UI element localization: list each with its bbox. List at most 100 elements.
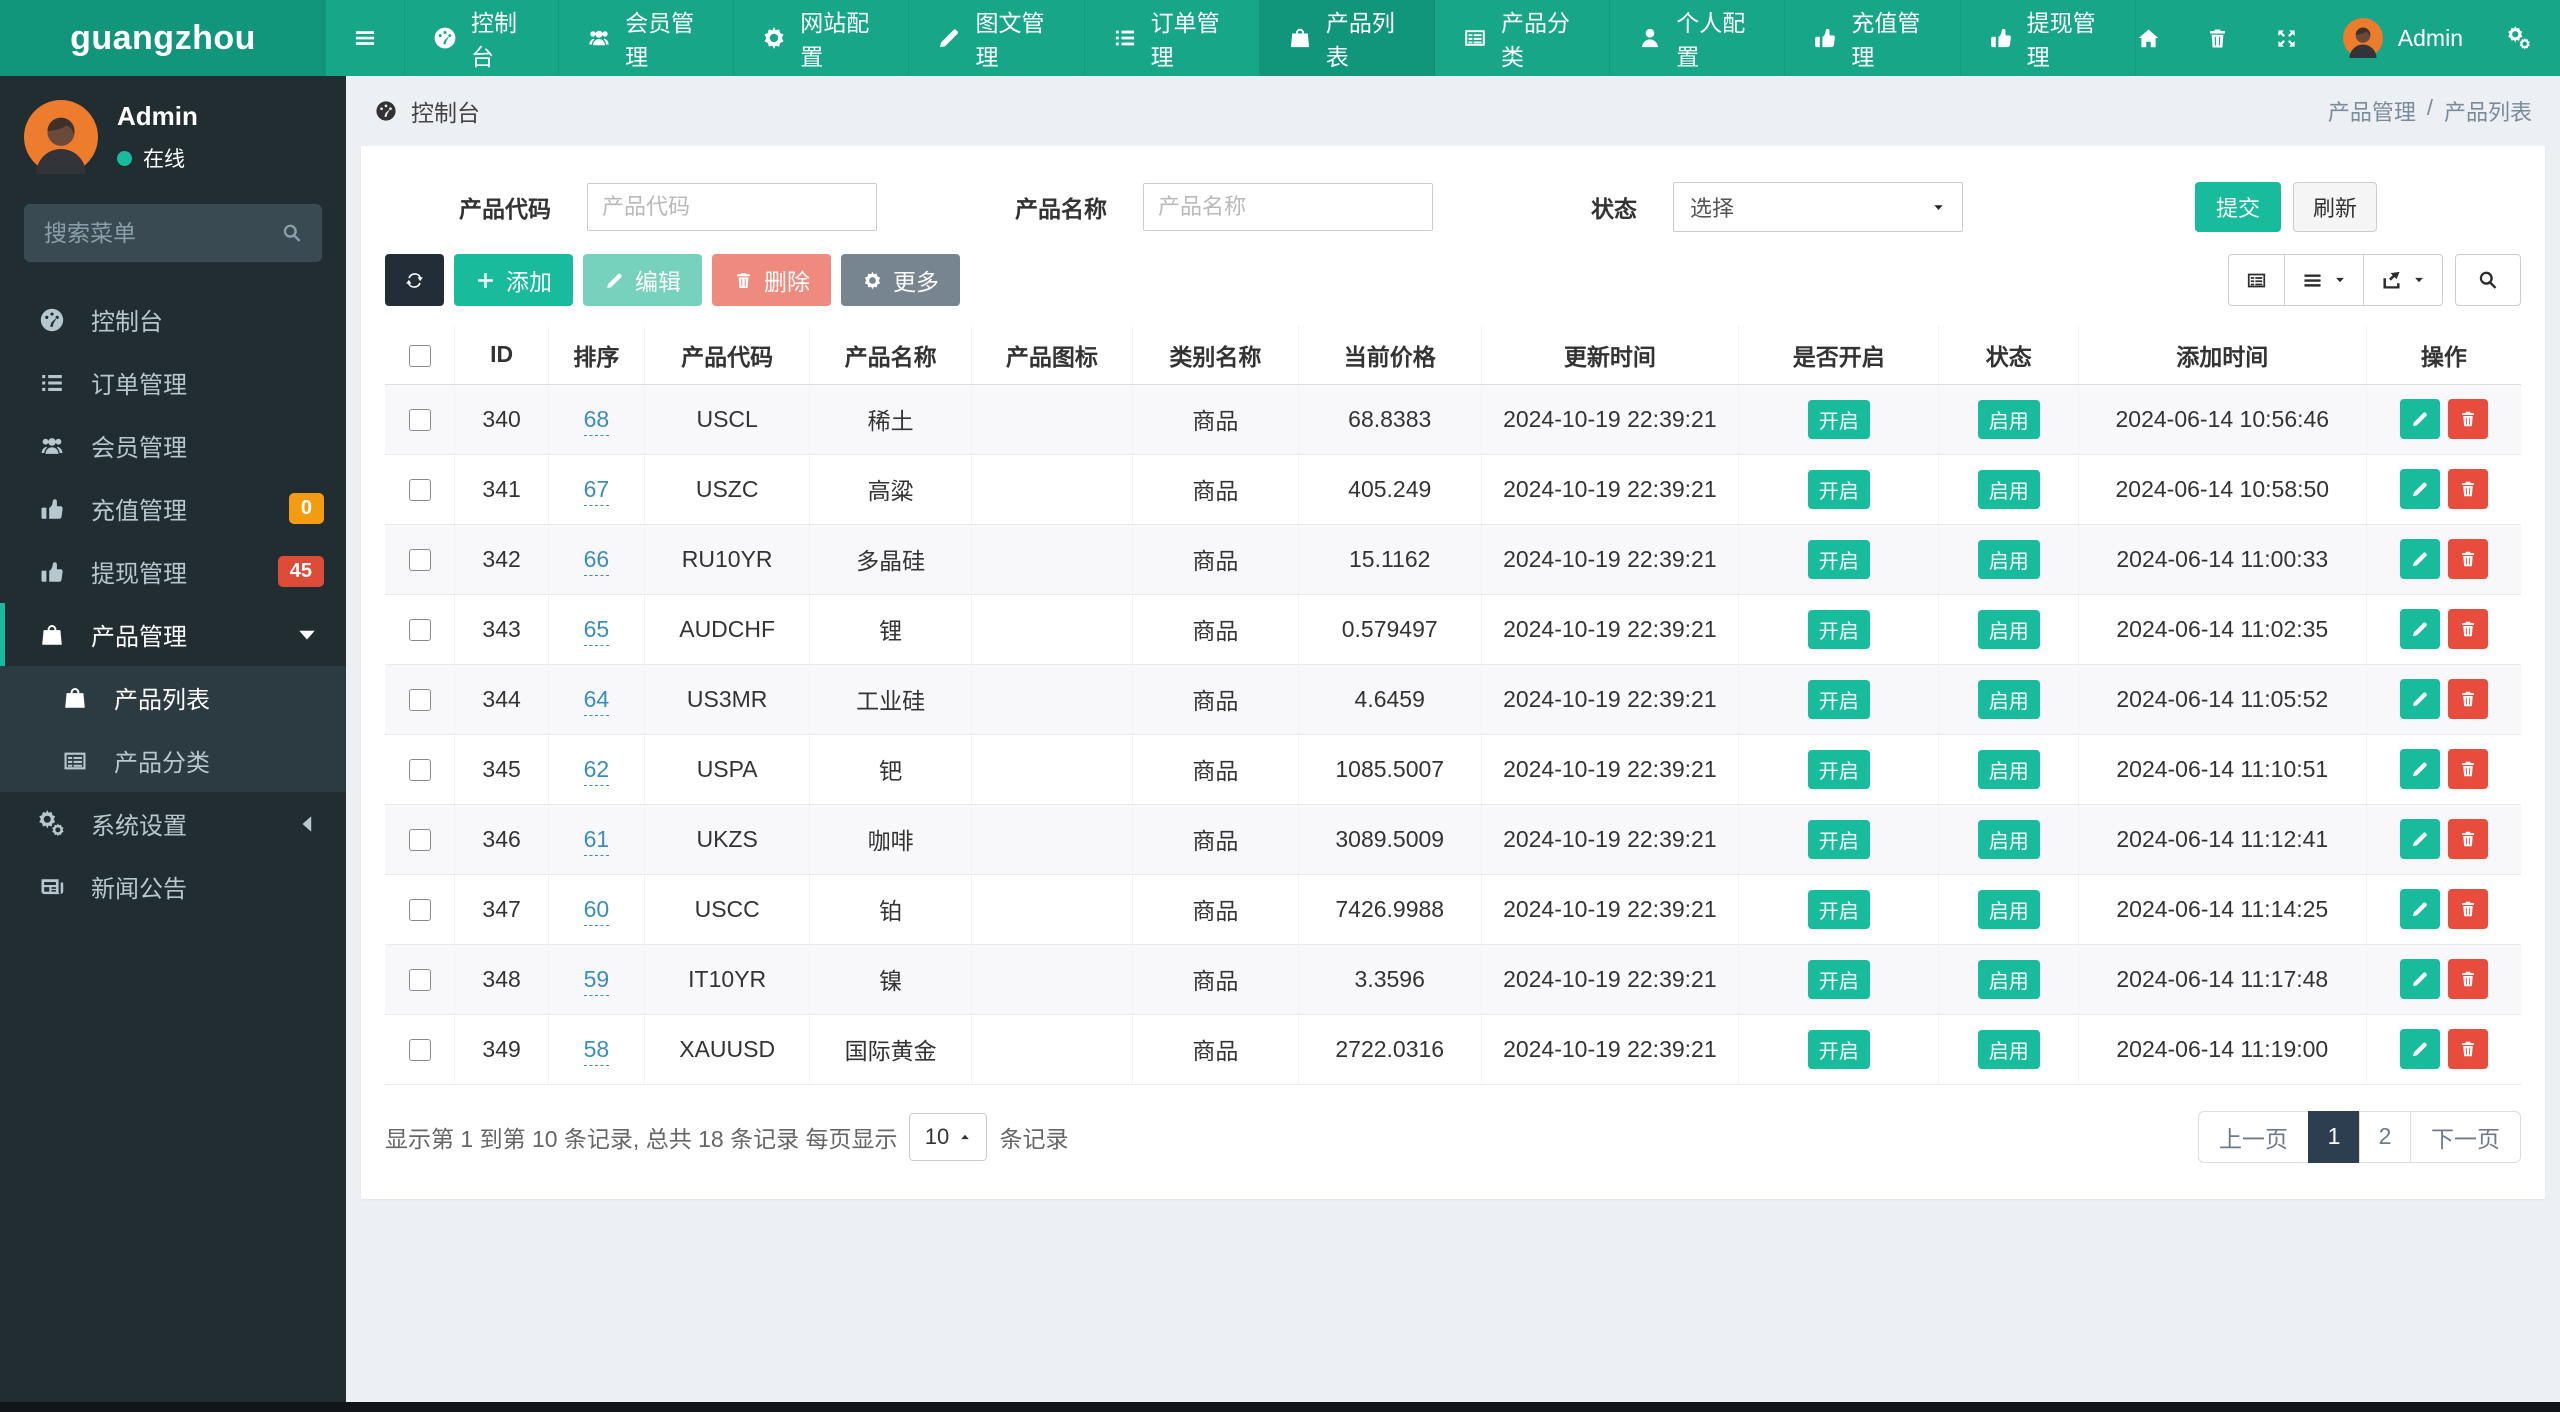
- row-edit-button[interactable]: [2399, 679, 2440, 719]
- sidebar-search-input[interactable]: [24, 204, 322, 262]
- sidebar-item[interactable]: 控制台: [0, 288, 346, 351]
- sort-link[interactable]: 62: [583, 755, 610, 786]
- top-nav-item-label: 充值管理: [1851, 10, 1921, 70]
- trash-icon: [2458, 479, 2478, 499]
- top-nav-item[interactable]: 个人配置: [1610, 0, 1786, 76]
- sort-link[interactable]: 66: [583, 545, 610, 576]
- row-delete-button[interactable]: [2447, 539, 2488, 579]
- table-search-button[interactable]: [2455, 254, 2521, 306]
- page-number-button[interactable]: 1: [2308, 1110, 2360, 1163]
- row-edit-button[interactable]: [2399, 469, 2440, 509]
- sort-link[interactable]: 68: [583, 405, 610, 436]
- row-checkbox[interactable]: [408, 409, 431, 432]
- sidebar-item[interactable]: 订单管理: [0, 351, 346, 414]
- cell-icon: [970, 944, 1133, 1015]
- status-select[interactable]: 选择: [1673, 182, 1963, 232]
- sidebar-item[interactable]: 充值管理 0: [0, 477, 346, 540]
- top-nav-item[interactable]: 订单管理: [1085, 0, 1260, 76]
- top-nav-item[interactable]: 充值管理: [1785, 0, 1961, 76]
- row-checkbox[interactable]: [408, 1039, 431, 1062]
- product-name-input[interactable]: [1143, 183, 1433, 231]
- filter-buttons: 提交 刷新: [2195, 182, 2378, 232]
- top-nav-item[interactable]: 提现管理: [1961, 0, 2136, 76]
- fullscreen-icon[interactable]: [2274, 26, 2299, 51]
- reload-button[interactable]: [385, 254, 444, 306]
- top-nav-item[interactable]: 图文管理: [909, 0, 1085, 76]
- more-button[interactable]: 更多: [841, 254, 960, 306]
- row-checkbox[interactable]: [408, 549, 431, 572]
- sort-link[interactable]: 67: [583, 475, 610, 506]
- row-delete-button[interactable]: [2447, 399, 2488, 439]
- sort-link[interactable]: 65: [583, 615, 610, 646]
- row-edit-button[interactable]: [2399, 819, 2440, 859]
- row-checkbox[interactable]: [408, 969, 431, 992]
- sort-link[interactable]: 58: [583, 1035, 610, 1066]
- row-checkbox[interactable]: [408, 759, 431, 782]
- export-button[interactable]: [2363, 254, 2443, 306]
- row-edit-button[interactable]: [2399, 609, 2440, 649]
- page-size-select[interactable]: 10: [909, 1112, 988, 1161]
- top-nav-item[interactable]: 会员管理: [559, 0, 735, 76]
- row-delete-button[interactable]: [2447, 889, 2488, 929]
- sidebar-item[interactable]: 新闻公告: [0, 855, 346, 918]
- submit-button[interactable]: 提交: [2195, 182, 2282, 232]
- row-edit-button[interactable]: [2399, 889, 2440, 929]
- columns-button[interactable]: [2284, 254, 2364, 306]
- row-edit-button[interactable]: [2399, 749, 2440, 789]
- row-delete-button[interactable]: [2447, 609, 2488, 649]
- grid-icon: [2301, 269, 2324, 292]
- sidebar-item[interactable]: 提现管理 45: [0, 540, 346, 603]
- detail-view-button[interactable]: [2228, 254, 2285, 306]
- row-checkbox[interactable]: [408, 899, 431, 922]
- page-number-button[interactable]: 2: [2359, 1110, 2411, 1163]
- sidebar-toggle-button[interactable]: [326, 0, 405, 76]
- row-checkbox[interactable]: [408, 479, 431, 502]
- trash-icon: [2458, 549, 2478, 569]
- user-menu[interactable]: Admin: [2343, 18, 2463, 58]
- row-delete-button[interactable]: [2447, 959, 2488, 999]
- row-checkbox[interactable]: [408, 619, 431, 642]
- sort-link[interactable]: 60: [583, 895, 610, 926]
- sidebar-item-label: 产品列表: [114, 687, 210, 714]
- row-edit-button[interactable]: [2399, 399, 2440, 439]
- sort-link[interactable]: 64: [583, 685, 610, 716]
- next-page-button[interactable]: 下一页: [2410, 1110, 2521, 1163]
- refresh-button[interactable]: 刷新: [2293, 182, 2378, 232]
- brand-logo[interactable]: guangzhou: [0, 0, 326, 76]
- prev-page-button[interactable]: 上一页: [2198, 1110, 2309, 1163]
- breadcrumb-parent[interactable]: 产品管理: [2328, 95, 2416, 127]
- sidebar-item[interactable]: 系统设置: [0, 792, 346, 855]
- edit-button[interactable]: 编辑: [583, 254, 702, 306]
- top-nav-item[interactable]: 网站配置: [734, 0, 910, 76]
- row-checkbox[interactable]: [408, 829, 431, 852]
- row-delete-button[interactable]: [2447, 749, 2488, 789]
- product-code-input[interactable]: [587, 183, 877, 231]
- sort-link[interactable]: 61: [583, 825, 610, 856]
- select-all-checkbox[interactable]: [408, 345, 431, 368]
- row-delete-button[interactable]: [2447, 1029, 2488, 1069]
- row-delete-button[interactable]: [2447, 819, 2488, 859]
- row-delete-button[interactable]: [2447, 679, 2488, 719]
- row-checkbox[interactable]: [408, 689, 431, 712]
- open-badge: 开启: [1807, 959, 1870, 999]
- cell-icon: [970, 594, 1133, 665]
- top-nav-item[interactable]: 产品分类: [1435, 0, 1611, 76]
- row-delete-button[interactable]: [2447, 469, 2488, 509]
- row-edit-button[interactable]: [2399, 959, 2440, 999]
- sidebar-item[interactable]: 产品分类: [0, 729, 346, 792]
- row-edit-button[interactable]: [2399, 539, 2440, 579]
- add-button[interactable]: 添加: [454, 254, 573, 306]
- sidebar-item[interactable]: 产品管理: [0, 603, 346, 666]
- sidebar-item[interactable]: 产品列表: [0, 666, 346, 729]
- trash-icon[interactable]: [2205, 26, 2230, 51]
- delete-button[interactable]: 删除: [712, 254, 831, 306]
- home-icon[interactable]: [2136, 26, 2161, 51]
- top-nav-item[interactable]: 控制台: [405, 0, 560, 76]
- sort-link[interactable]: 59: [583, 965, 610, 996]
- search-icon[interactable]: [280, 221, 304, 245]
- settings-gears-icon[interactable]: [2507, 26, 2532, 51]
- cell-updated: 2024-10-19 22:39:21: [1480, 594, 1739, 665]
- sidebar-item[interactable]: 会员管理: [0, 414, 346, 477]
- row-edit-button[interactable]: [2399, 1029, 2440, 1069]
- top-nav-item[interactable]: 产品列表: [1259, 0, 1436, 76]
